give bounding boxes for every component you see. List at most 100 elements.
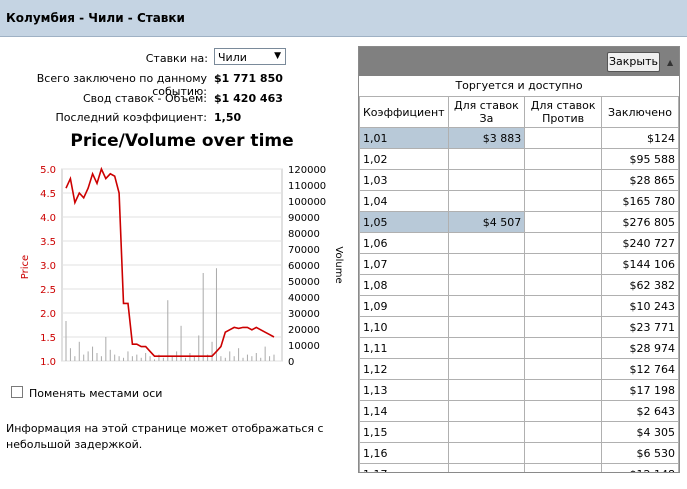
delay-notice: Информация на этой странице может отобра… bbox=[6, 422, 324, 451]
table-row[interactable]: 1,05 $4 507 $276 805 bbox=[359, 211, 679, 233]
y2-tick-label: 70000 bbox=[288, 245, 320, 256]
lay-cell[interactable] bbox=[524, 148, 603, 170]
bets-on-select[interactable]: Чили ▼ bbox=[214, 48, 286, 65]
table-row[interactable]: 1,12 $12 764 bbox=[359, 358, 679, 380]
column-header-matched[interactable]: Заключено bbox=[601, 96, 679, 128]
price-volume-chart: 1.0 1.5 2.0 2.5 3.0 3.5 4.0 4.5 5.0 0 10000 20000 3… bbox=[20, 165, 344, 368]
y-tick-label: 4.5 bbox=[40, 189, 56, 200]
matched-cell: $4 305 bbox=[601, 421, 679, 443]
odds-cell: 1,10 bbox=[359, 316, 449, 338]
table-row[interactable]: 1,08 $62 382 bbox=[359, 274, 679, 296]
swap-axes-checkbox[interactable] bbox=[11, 386, 23, 398]
back-cell[interactable] bbox=[447, 190, 526, 212]
odds-cell: 1,07 bbox=[359, 253, 449, 275]
y-tick-label: 3.0 bbox=[40, 261, 56, 272]
lay-cell[interactable] bbox=[524, 232, 603, 254]
table-row[interactable]: 1,01 $3 883 $124 bbox=[359, 127, 679, 149]
matched-cell: $276 805 bbox=[601, 211, 679, 233]
bets-on-value: Чили bbox=[218, 51, 247, 64]
matched-cell: $144 106 bbox=[601, 253, 679, 275]
back-cell[interactable] bbox=[447, 274, 526, 296]
table-row[interactable]: 1,10 $23 771 bbox=[359, 316, 679, 338]
column-header-odds[interactable]: Коэффициент bbox=[359, 96, 449, 128]
panel-caption: Торгуется и доступно bbox=[359, 76, 679, 97]
odds-table: Коэффициент Для ставок За Для ставок Про… bbox=[359, 96, 679, 472]
back-cell[interactable]: $3 883 bbox=[447, 127, 526, 149]
lay-cell[interactable] bbox=[524, 400, 603, 422]
odds-cell: 1,06 bbox=[359, 232, 449, 254]
lay-cell[interactable] bbox=[524, 442, 603, 464]
back-cell[interactable] bbox=[447, 148, 526, 170]
table-row[interactable]: 1,02 $95 588 bbox=[359, 148, 679, 170]
lay-cell[interactable] bbox=[524, 316, 603, 338]
table-row[interactable]: 1,16 $6 530 bbox=[359, 442, 679, 464]
back-cell[interactable] bbox=[447, 169, 526, 191]
y2-axis-label: Volume bbox=[333, 246, 344, 283]
bets-on-label: Ставки на: bbox=[145, 52, 208, 65]
window-title: Колумбия - Чили - Ставки bbox=[6, 11, 185, 25]
lay-cell[interactable] bbox=[524, 295, 603, 317]
y2-tick-label: 100000 bbox=[288, 197, 326, 208]
table-row[interactable]: 1,13 $17 198 bbox=[359, 379, 679, 401]
column-header-against[interactable]: Для ставок Против bbox=[524, 96, 603, 128]
table-row[interactable]: 1,03 $28 865 bbox=[359, 169, 679, 191]
y2-tick-label: 50000 bbox=[288, 277, 320, 288]
table-row[interactable]: 1,15 $4 305 bbox=[359, 421, 679, 443]
odds-cell: 1,11 bbox=[359, 337, 449, 359]
title-bar: Колумбия - Чили - Ставки bbox=[0, 0, 687, 37]
odds-panel: Закрыть ▲ Торгуется и доступно Коэффицие… bbox=[358, 46, 680, 473]
back-cell[interactable] bbox=[447, 379, 526, 401]
table-row[interactable]: 1,17 $12 148 bbox=[359, 463, 679, 472]
back-cell[interactable] bbox=[447, 337, 526, 359]
table-row[interactable]: 1,11 $28 974 bbox=[359, 337, 679, 359]
lay-cell[interactable] bbox=[524, 211, 603, 233]
scroll-up-icon[interactable]: ▲ bbox=[667, 58, 673, 67]
chevron-down-icon: ▼ bbox=[274, 51, 281, 61]
lay-cell[interactable] bbox=[524, 463, 603, 472]
odds-cell: 1,04 bbox=[359, 190, 449, 212]
back-cell[interactable] bbox=[447, 358, 526, 380]
back-cell[interactable]: $4 507 bbox=[447, 211, 526, 233]
lay-cell[interactable] bbox=[524, 337, 603, 359]
back-cell[interactable] bbox=[447, 463, 526, 472]
odds-cell: 1,05 bbox=[359, 211, 449, 233]
lay-cell[interactable] bbox=[524, 421, 603, 443]
lay-cell[interactable] bbox=[524, 379, 603, 401]
table-row[interactable]: 1,04 $165 780 bbox=[359, 190, 679, 212]
table-row[interactable]: 1,06 $240 727 bbox=[359, 232, 679, 254]
matched-cell: $240 727 bbox=[601, 232, 679, 254]
back-cell[interactable] bbox=[447, 316, 526, 338]
y-axis-label: Price bbox=[20, 255, 31, 279]
back-cell[interactable] bbox=[447, 442, 526, 464]
odds-cell: 1,16 bbox=[359, 442, 449, 464]
lay-cell[interactable] bbox=[524, 127, 603, 149]
stat-last-odds-value: 1,50 bbox=[214, 111, 242, 124]
back-cell[interactable] bbox=[447, 421, 526, 443]
close-button[interactable]: Закрыть bbox=[607, 52, 660, 72]
y-tick-label: 4.0 bbox=[40, 213, 56, 224]
lay-cell[interactable] bbox=[524, 190, 603, 212]
table-row[interactable]: 1,09 $10 243 bbox=[359, 295, 679, 317]
odds-cell: 1,12 bbox=[359, 358, 449, 380]
stat-volume-value: $1 420 463 bbox=[214, 92, 283, 105]
odds-cell: 1,13 bbox=[359, 379, 449, 401]
odds-cell: 1,01 bbox=[359, 127, 449, 149]
y-tick-label: 2.5 bbox=[40, 285, 56, 296]
lay-cell[interactable] bbox=[524, 253, 603, 275]
back-cell[interactable] bbox=[447, 232, 526, 254]
matched-cell: $10 243 bbox=[601, 295, 679, 317]
matched-cell: $28 865 bbox=[601, 169, 679, 191]
lay-cell[interactable] bbox=[524, 358, 603, 380]
y-tick-label: 2.0 bbox=[40, 309, 56, 320]
back-cell[interactable] bbox=[447, 400, 526, 422]
y2-tick-label: 60000 bbox=[288, 261, 320, 272]
lay-cell[interactable] bbox=[524, 169, 603, 191]
column-header-for[interactable]: Для ставок За bbox=[447, 96, 526, 128]
lay-cell[interactable] bbox=[524, 274, 603, 296]
table-row[interactable]: 1,14 $2 643 bbox=[359, 400, 679, 422]
back-cell[interactable] bbox=[447, 253, 526, 275]
matched-cell: $165 780 bbox=[601, 190, 679, 212]
matched-cell: $12 764 bbox=[601, 358, 679, 380]
back-cell[interactable] bbox=[447, 295, 526, 317]
table-row[interactable]: 1,07 $144 106 bbox=[359, 253, 679, 275]
